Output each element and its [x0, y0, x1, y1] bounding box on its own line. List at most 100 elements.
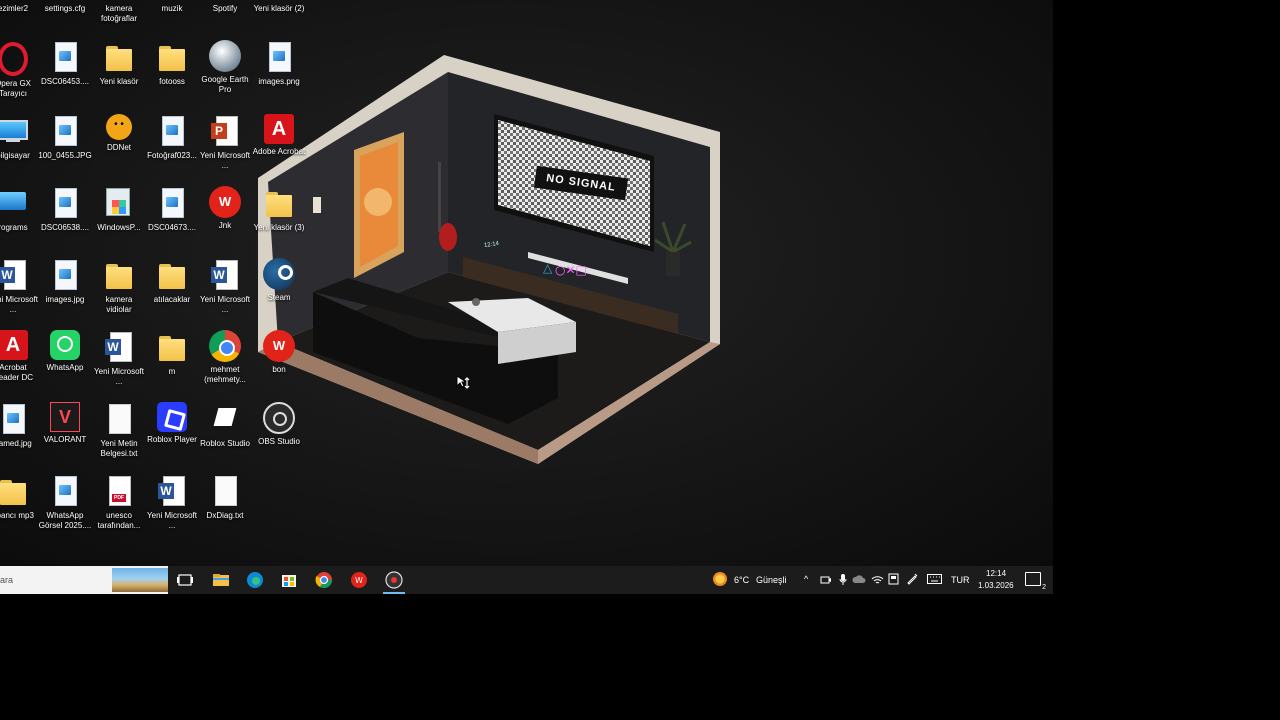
desktop-icon-programs[interactable]: rograms — [0, 186, 40, 233]
desktop-icon-jnk[interactable]: Jnk — [198, 186, 252, 231]
taskbar: ara W 6°C Güneşli ^ TUR 12:14 1.03.2026 … — [0, 566, 1053, 594]
desktop-icon-yeni-klasor-2[interactable]: Yeni klasör (2) — [252, 2, 306, 14]
desktop-icon-obs-studio[interactable]: OBS Studio — [252, 402, 306, 447]
weather-condition[interactable]: Güneşli — [756, 575, 787, 585]
weather-sun-icon[interactable] — [713, 572, 727, 586]
desktop-icon-100-0455[interactable]: 100_0455.JPG — [38, 114, 92, 161]
folder-icon — [102, 40, 136, 74]
word-document-icon — [155, 474, 189, 508]
input-language[interactable]: TUR — [951, 575, 970, 585]
desktop-icon-chrome-profile[interactable]: mehmet (mehmety... — [198, 330, 252, 385]
pen-tray-icon[interactable] — [906, 573, 918, 585]
icon-label: images.png — [258, 77, 300, 86]
desktop-icon-yeni-klasor-3[interactable]: Yeni klasör (3) — [252, 186, 306, 233]
mouse-cursor-icon — [456, 375, 470, 389]
desktop-icon-kamera-fotograflar[interactable]: kamera fotoğraflar — [92, 2, 146, 24]
network-tray-icon[interactable] — [871, 573, 884, 585]
desktop-icon-kamera-vidiolar[interactable]: kamera vidiolar — [92, 258, 146, 315]
clock-date[interactable]: 1.03.2026 — [978, 581, 1014, 590]
desktop-icon-yeni-metin-belgesi[interactable]: Yeni Metin Belgesi.txt — [92, 402, 146, 459]
desktop-icon-opera-gx[interactable]: Opera GX Tarayıcı — [0, 40, 40, 99]
task-view-button[interactable] — [174, 570, 196, 590]
desktop-icon-dsc06538[interactable]: DSC06538.... — [38, 186, 92, 233]
microphone-tray-icon[interactable] — [838, 573, 848, 586]
file-explorer-button[interactable] — [210, 570, 232, 590]
icon-label: Yeni klasör (2) — [253, 4, 305, 13]
folder-icon — [155, 330, 189, 364]
desktop-icon-resimler2[interactable]: ezimler2 — [0, 2, 40, 14]
desktop-icon-dxdiag[interactable]: DxDiag.txt — [198, 474, 252, 521]
desktop-icon-unesco-pdf[interactable]: unesco tarafından... — [92, 474, 146, 531]
desktop-icon-yeni-klasor[interactable]: Yeni klasör — [92, 40, 146, 87]
desktop-icon-acrobat-reader[interactable]: Acrobat Reader DC — [0, 330, 40, 383]
icon-label: Yeni Microsoft ... — [200, 151, 250, 170]
clock-time[interactable]: 12:14 — [986, 569, 1006, 578]
desktop-icon-spotify[interactable]: Spotify — [198, 2, 252, 14]
desktop-icon-muzik[interactable]: muzik — [145, 2, 199, 14]
icon-label: Steam — [267, 293, 291, 302]
desktop-icon-atilacaklar[interactable]: atılacaklar — [145, 258, 199, 305]
desktop-icon-settings-cfg[interactable]: settings.cfg — [38, 2, 92, 14]
opera-gx-icon — [0, 42, 28, 76]
desktop-icon-ddnet[interactable]: DDNet — [92, 114, 146, 153]
folder-icon — [0, 474, 30, 508]
show-hidden-icons-chevron-up-icon[interactable]: ^ — [804, 574, 808, 584]
desktop-icon-bu-bilgisayar[interactable]: bilgisayar — [0, 114, 40, 161]
desktop-icon-m-folder[interactable]: m — [145, 330, 199, 377]
icon-label: Spotify — [212, 4, 238, 13]
computer-icon — [0, 114, 30, 148]
icon-label: abancı mp3 — [0, 511, 34, 520]
desktop-icon-word-4[interactable]: Yeni Microsoft ... — [145, 474, 199, 531]
icon-label: Roblox Player — [147, 435, 197, 444]
word-document-icon — [102, 330, 136, 364]
desktop-icon-google-earth[interactable]: Google Earth Pro — [198, 40, 252, 95]
weather-temperature[interactable]: 6°C — [734, 575, 749, 585]
icon-label: muzik — [161, 4, 183, 13]
desktop-icon-adobe-acrobat[interactable]: Adobe Acrobat — [252, 114, 306, 157]
desktop-icon-word-3[interactable]: Yeni Microsoft ... — [92, 330, 146, 387]
notification-center-button[interactable]: 2 — [1025, 572, 1046, 591]
keyboard-tray-icon[interactable] — [927, 574, 942, 584]
desktop-icon-whatsapp[interactable]: WhatsApp — [38, 330, 92, 373]
roblox-studio-icon — [208, 402, 242, 436]
obs-taskbar-button[interactable] — [383, 570, 405, 590]
desktop-icon-bon[interactable]: bon — [252, 330, 306, 375]
image-file-icon — [48, 114, 82, 148]
desktop-icon-yabanci-mp3[interactable]: abancı mp3 — [0, 474, 40, 521]
word-document-icon — [208, 258, 242, 292]
desktop-icon-images-png[interactable]: images.png — [252, 40, 306, 87]
desktop-icon-dsc04673[interactable]: DSC04673.... — [145, 186, 199, 233]
desktop-icon-dsc06453[interactable]: DSC06453.... — [38, 40, 92, 87]
icon-label: DSC04673.... — [147, 223, 197, 232]
icon-label: Acrobat Reader DC — [0, 363, 33, 382]
taskbar-search-box[interactable]: ara — [0, 566, 168, 594]
camera-tray-icon[interactable] — [820, 574, 832, 586]
svg-text:○✕□: ○✕□ — [555, 263, 587, 277]
desktop-icon-unnamed-jpg[interactable]: named.jpg — [0, 402, 40, 449]
desktop-icon-valorant[interactable]: VALORANT — [38, 402, 92, 445]
desktop-icon-steam[interactable]: Steam — [252, 258, 306, 303]
ddnet-icon — [106, 114, 132, 140]
edge-button[interactable] — [244, 570, 266, 590]
cloud-tray-icon[interactable] — [852, 574, 866, 584]
icon-label: Yeni Metin Belgesi.txt — [100, 439, 138, 458]
valorant-icon — [50, 402, 80, 432]
device-tray-icon[interactable] — [888, 573, 899, 585]
desktop-icon-word-2[interactable]: Yeni Microsoft ... — [198, 258, 252, 315]
microsoft-store-button[interactable] — [278, 570, 300, 590]
desktop-icon-fotooss[interactable]: fotooss — [145, 40, 199, 87]
icon-label: fotooss — [159, 77, 185, 86]
desktop-icon-powerpoint[interactable]: Yeni Microsoft ... — [198, 114, 252, 171]
icon-label: Jnk — [218, 221, 232, 230]
wolvesville-taskbar-button[interactable]: W — [348, 570, 370, 590]
desktop-icon-images-jpg[interactable]: images.jpg — [38, 258, 92, 305]
desktop-icon-roblox-studio[interactable]: Roblox Studio — [198, 402, 252, 449]
desktop-icon-word-1[interactable]: Yeni Microsoft ... — [0, 258, 40, 315]
folder-icon — [262, 186, 296, 220]
chrome-icon — [209, 330, 241, 362]
desktop-icon-windowsp[interactable]: WindowsP... — [92, 186, 146, 233]
desktop-icon-fotograf023[interactable]: Fotoğraf023... — [145, 114, 199, 161]
desktop-icon-whatsapp-gorsel[interactable]: WhatsApp Görsel 2025.... — [38, 474, 92, 531]
chrome-button[interactable] — [313, 570, 335, 590]
desktop-icon-roblox-player[interactable]: Roblox Player — [145, 402, 199, 445]
